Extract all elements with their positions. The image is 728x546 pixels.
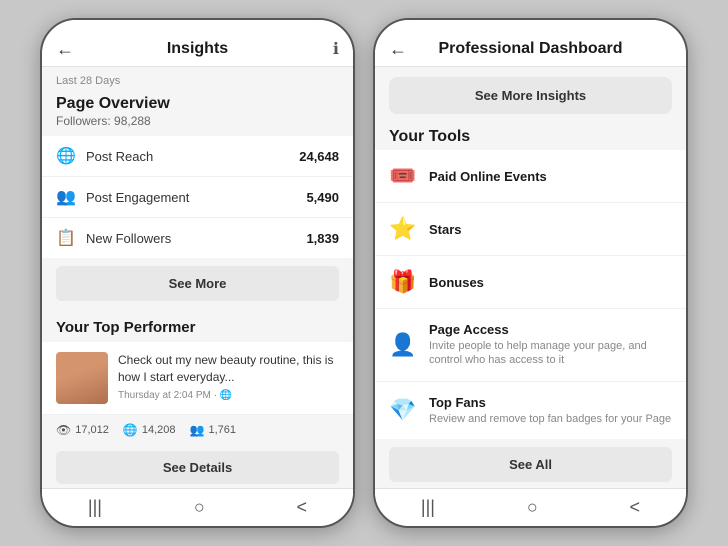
paid-events-icon: 🎟️ xyxy=(389,163,417,189)
page-access-name: Page Access xyxy=(429,322,672,337)
phone-insights: ← Insights ℹ Last 28 Days Page Overview … xyxy=(40,18,355,528)
dashboard-content: See More Insights Your Tools 🎟️ Paid Onl… xyxy=(375,67,686,488)
stars-info: Stars xyxy=(429,222,672,237)
tools-list: 🎟️ Paid Online Events ⭐ Stars 🎁 Bonuses xyxy=(375,150,686,439)
insights-content: Last 28 Days Page Overview Followers: 98… xyxy=(42,67,353,488)
stat-row-reach: 🌐 Post Reach 24,648 xyxy=(42,136,353,177)
top-fans-info: Top Fans Review and remove top fan badge… xyxy=(429,395,672,426)
stat-row-followers: 📋 New Followers 1,839 xyxy=(42,218,353,258)
new-followers-value: 1,839 xyxy=(306,231,339,246)
perf-stat-people: 👥 1,761 xyxy=(190,423,236,437)
paid-events-name: Paid Online Events xyxy=(429,169,672,184)
dashboard-back-icon[interactable]: ← xyxy=(389,39,407,60)
reach-icon: 🌐 xyxy=(56,146,76,166)
stars-name: Stars xyxy=(429,222,672,237)
nav-menu-icon-2[interactable]: ||| xyxy=(421,497,435,518)
insights-header: ← Insights ℹ xyxy=(42,32,353,67)
new-followers-label: New Followers xyxy=(86,231,306,246)
perf-reach-value: 14,208 xyxy=(142,424,176,436)
dashboard-header: ← Professional Dashboard xyxy=(375,32,686,67)
performer-meta: Thursday at 2:04 PM · 🌐 xyxy=(118,390,339,401)
followers-count: Followers: 98,288 xyxy=(42,114,353,134)
page-overview-title: Page Overview xyxy=(42,91,353,114)
nav-back-icon[interactable]: < xyxy=(297,497,308,518)
bonuses-info: Bonuses xyxy=(429,275,672,290)
performer-thumbnail xyxy=(56,352,108,404)
perf-people-value: 1,761 xyxy=(208,424,236,436)
see-details-button[interactable]: See Details xyxy=(56,451,339,484)
performer-caption: Check out my new beauty routine, this is… xyxy=(118,352,339,386)
tool-paid-events[interactable]: 🎟️ Paid Online Events xyxy=(375,150,686,203)
stats-card: 🌐 Post Reach 24,648 👥 Post Engagement 5,… xyxy=(42,136,353,258)
reach-label: Post Reach xyxy=(86,149,299,164)
insights-title: Insights xyxy=(167,40,228,58)
engagement-icon: 👥 xyxy=(56,187,76,207)
bonuses-icon: 🎁 xyxy=(389,269,417,295)
tool-stars[interactable]: ⭐ Stars xyxy=(375,203,686,256)
performer-card: Check out my new beauty routine, this is… xyxy=(42,342,353,414)
tool-top-fans[interactable]: 💎 Top Fans Review and remove top fan bad… xyxy=(375,382,686,439)
status-bar-2 xyxy=(375,20,686,32)
new-followers-icon: 📋 xyxy=(56,228,76,248)
nav-home-icon[interactable]: ○ xyxy=(194,497,205,518)
see-all-button[interactable]: See All xyxy=(389,447,672,482)
tool-bonuses[interactable]: 🎁 Bonuses xyxy=(375,256,686,309)
top-fans-desc: Review and remove top fan badges for you… xyxy=(429,412,672,426)
phone-nav-1: ||| ○ < xyxy=(42,488,353,526)
bonuses-name: Bonuses xyxy=(429,275,672,290)
see-more-insights-button[interactable]: See More Insights xyxy=(389,77,672,114)
date-range: Last 28 Days xyxy=(42,67,353,91)
phone-dashboard: ← Professional Dashboard See More Insigh… xyxy=(373,18,688,528)
page-access-desc: Invite people to help manage your page, … xyxy=(429,339,672,368)
nav-menu-icon[interactable]: ||| xyxy=(88,497,102,518)
people-icon: 👥 xyxy=(190,423,205,437)
phone-nav-2: ||| ○ < xyxy=(375,488,686,526)
views-icon: 👁 xyxy=(56,423,71,437)
engagement-label: Post Engagement xyxy=(86,190,306,205)
reach-value: 24,648 xyxy=(299,149,339,164)
stars-icon: ⭐ xyxy=(389,216,417,242)
top-performer-title: Your Top Performer xyxy=(42,309,353,342)
performer-text: Check out my new beauty routine, this is… xyxy=(118,352,339,404)
top-fans-name: Top Fans xyxy=(429,395,672,410)
reach-globe-icon: 🌐 xyxy=(123,423,138,437)
page-access-icon: 👤 xyxy=(389,332,417,358)
views-value: 17,012 xyxy=(75,424,109,436)
nav-home-icon-2[interactable]: ○ xyxy=(527,497,538,518)
back-arrow-icon[interactable]: ← xyxy=(56,39,74,60)
perf-stat-views: 👁 17,012 xyxy=(56,423,109,437)
see-more-button[interactable]: See More xyxy=(56,266,339,301)
perf-stat-reach: 🌐 14,208 xyxy=(123,423,176,437)
top-fans-icon: 💎 xyxy=(389,397,417,423)
engagement-value: 5,490 xyxy=(306,190,339,205)
page-access-info: Page Access Invite people to help manage… xyxy=(429,322,672,368)
paid-events-info: Paid Online Events xyxy=(429,169,672,184)
status-bar-1 xyxy=(42,20,353,32)
dashboard-title: Professional Dashboard xyxy=(438,40,622,58)
nav-back-icon-2[interactable]: < xyxy=(630,497,641,518)
info-icon[interactable]: ℹ xyxy=(333,39,339,59)
performer-stats: 👁 17,012 🌐 14,208 👥 1,761 xyxy=(42,414,353,445)
stat-row-engagement: 👥 Post Engagement 5,490 xyxy=(42,177,353,218)
tool-page-access[interactable]: 👤 Page Access Invite people to help mana… xyxy=(375,309,686,382)
your-tools-title: Your Tools xyxy=(375,122,686,150)
